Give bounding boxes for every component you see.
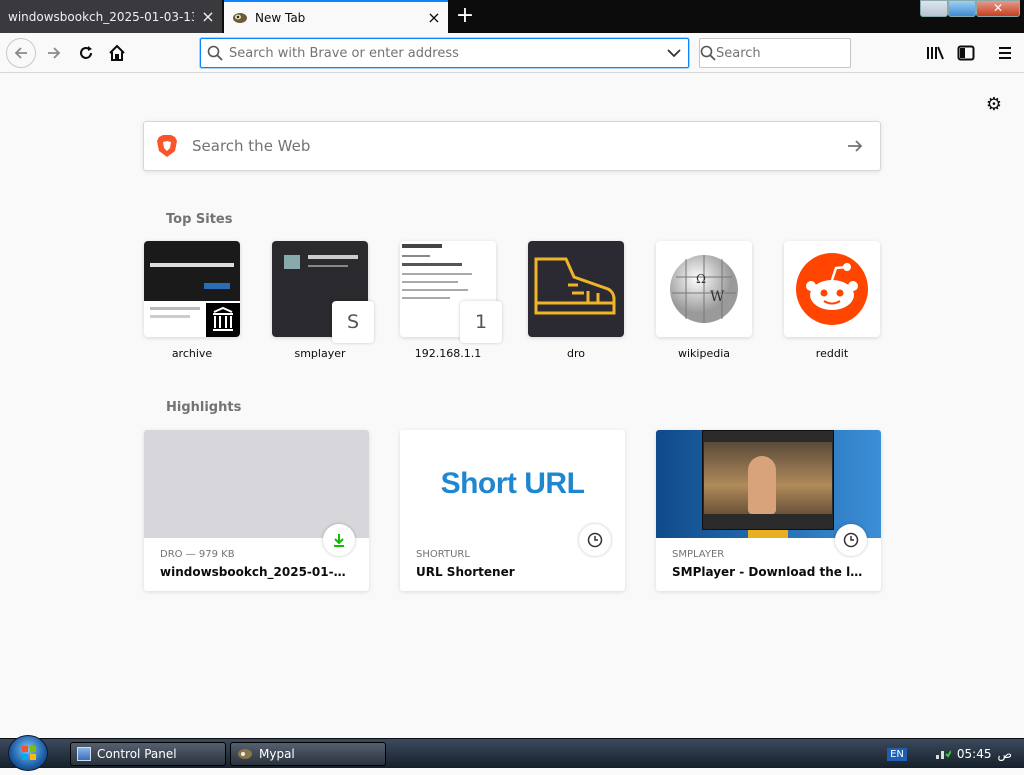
smplayer-logo-icon [284, 255, 300, 269]
search-bar[interactable] [699, 38, 886, 68]
arrow-left-icon [14, 47, 27, 59]
card-image [144, 430, 369, 538]
forward-button[interactable] [40, 39, 68, 67]
card-source: SMPLAYER [672, 549, 725, 560]
card-title: windowsbookch_2025-01-03-1... [160, 565, 353, 579]
top-site-archive[interactable]: archive [144, 241, 240, 360]
taskbar-item-control-panel[interactable]: Control Panel [70, 742, 226, 766]
site-letter-badge: 1 [460, 301, 502, 343]
mypal-icon [237, 748, 253, 760]
site-thumbnail [784, 241, 880, 337]
network-icon[interactable] [935, 746, 952, 763]
minimize-button[interactable] [920, 0, 948, 17]
card-image [656, 430, 881, 538]
web-search-input[interactable] [192, 137, 830, 155]
close-tab-icon[interactable]: × [194, 7, 222, 26]
system-tray: EN 05:45 ص [887, 739, 1024, 769]
card-source: DRO — 979 KB [160, 549, 235, 560]
tab-title: windowsbookch_2025-01-03-13-16-29 [8, 9, 194, 24]
search-icon [700, 45, 716, 61]
card-image: Short URL [400, 430, 625, 538]
sidebar-button[interactable] [952, 39, 980, 67]
taskbar: Control Panel Mypal EN 05:45 ص [0, 735, 1024, 771]
top-site-wikipedia[interactable]: Ω W wikipedia [656, 241, 752, 360]
clock-icon [579, 524, 611, 556]
card-source: SHORTURL [416, 549, 470, 560]
card-title: SMPlayer - Download the latest ... [672, 565, 865, 579]
archive-logo-icon [206, 303, 240, 337]
svg-text:Ω: Ω [696, 272, 706, 286]
top-sites-heading: Top Sites [166, 212, 233, 227]
tab-title: New Tab [255, 10, 306, 25]
site-thumbnail: Ω W [656, 241, 752, 337]
top-site-smplayer[interactable]: S smplayer [272, 241, 374, 360]
reddit-logo-icon [796, 253, 868, 325]
arrow-right-icon[interactable] [830, 138, 880, 154]
search-input[interactable] [716, 45, 886, 61]
top-site-reddit[interactable]: reddit [784, 241, 880, 360]
site-label: archive [171, 347, 213, 360]
windows-logo-icon [22, 746, 36, 760]
clock-ampm: ص [997, 747, 1012, 761]
svg-text:W: W [710, 289, 725, 305]
hamburger-icon [999, 47, 1011, 59]
address-input[interactable] [229, 45, 660, 61]
boot-icon [534, 257, 616, 315]
home-button[interactable] [103, 39, 131, 67]
download-icon [323, 524, 355, 556]
site-label: wikipedia [677, 347, 730, 360]
tab-strip: windowsbookch_2025-01-03-13-16-29 × New … [0, 0, 1024, 33]
highlight-card[interactable]: SMPLAYER SMPlayer - Download the latest … [656, 430, 881, 591]
home-icon [109, 44, 125, 61]
site-label: 192.168.1.1 [414, 347, 482, 360]
top-site-dro[interactable]: dro [528, 241, 624, 360]
back-button[interactable] [6, 38, 36, 68]
site-label: reddit [815, 347, 849, 360]
library-button[interactable] [921, 39, 949, 67]
taskbar-item-mypal[interactable]: Mypal [230, 742, 386, 766]
taskbar-item-label: Control Panel [97, 747, 177, 761]
reload-button[interactable] [72, 39, 100, 67]
site-thumbnail [144, 241, 240, 337]
brave-logo-icon [144, 134, 190, 158]
highlights-heading: Highlights [166, 400, 242, 415]
search-icon [201, 45, 229, 61]
start-button[interactable] [8, 735, 48, 771]
card-title: URL Shortener [416, 565, 515, 579]
tab-new-tab[interactable]: New Tab × [224, 0, 448, 33]
site-label: smplayer [294, 347, 346, 360]
chevron-down-icon[interactable] [660, 48, 688, 58]
site-thumbnail [528, 241, 624, 337]
window-controls: ✕ [920, 0, 1020, 18]
highlight-card[interactable]: DRO — 979 KB windowsbookch_2025-01-03-1.… [144, 430, 369, 591]
close-window-button[interactable]: ✕ [976, 0, 1020, 17]
site-letter-badge: S [332, 301, 374, 343]
arrow-right-icon [48, 47, 61, 59]
short-url-logo-text: Short URL [440, 467, 585, 500]
web-search-box[interactable] [143, 121, 881, 171]
site-label: dro [567, 347, 585, 360]
clock-time[interactable]: 05:45 [957, 747, 992, 761]
tab-favicon-icon [232, 11, 248, 25]
library-icon [927, 46, 944, 60]
sidebar-icon [957, 45, 975, 61]
navigation-toolbar [0, 33, 1024, 73]
top-site-router[interactable]: 1 192.168.1.1 [400, 241, 502, 360]
new-tab-button[interactable]: + [452, 4, 478, 30]
taskbar-item-label: Mypal [259, 747, 295, 761]
menu-button[interactable] [991, 39, 1019, 67]
site-thumbnail: S [272, 241, 374, 343]
highlight-card[interactable]: Short URL SHORTURL URL Shortener [400, 430, 625, 591]
control-panel-icon [77, 747, 91, 761]
close-tab-icon[interactable]: × [420, 8, 448, 27]
reload-icon [80, 46, 92, 59]
language-indicator[interactable]: EN [887, 747, 907, 761]
address-bar[interactable] [200, 38, 689, 68]
wikipedia-globe-icon: Ω W [670, 255, 738, 323]
gear-icon[interactable]: ⚙ [983, 94, 1005, 116]
site-thumbnail: 1 [400, 241, 502, 343]
clock-icon [835, 524, 867, 556]
tab-windowsbookch[interactable]: windowsbookch_2025-01-03-13-16-29 × [0, 0, 222, 33]
maximize-button[interactable] [948, 0, 976, 17]
